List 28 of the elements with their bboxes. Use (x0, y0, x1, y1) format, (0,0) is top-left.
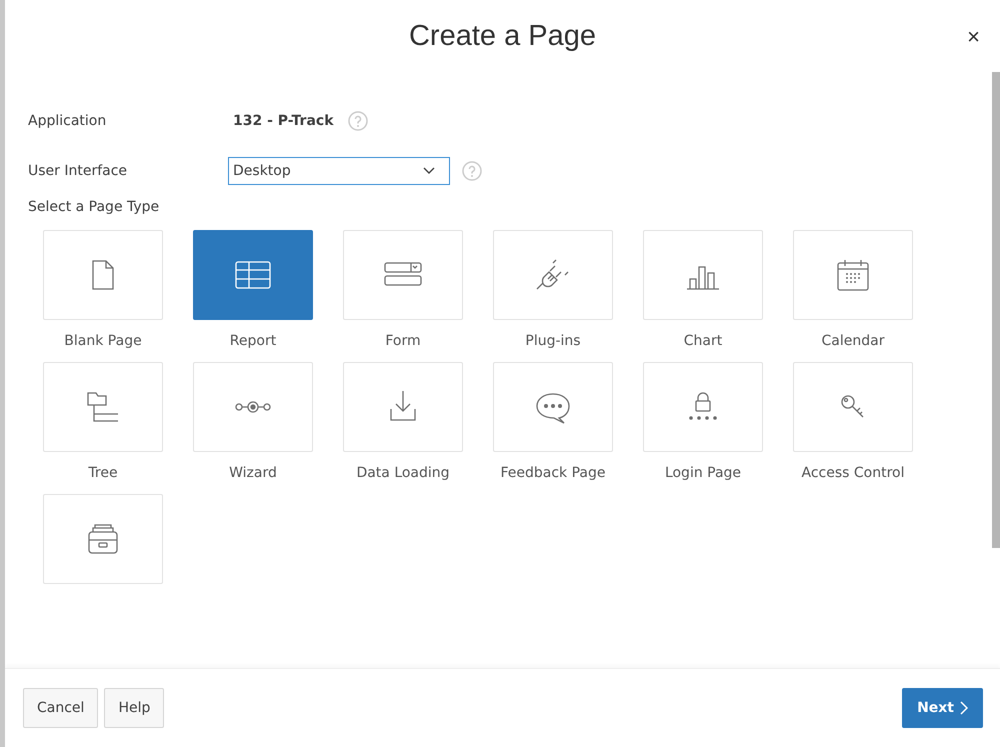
footer-button[interactable]: Help (104, 688, 164, 728)
chevron-right-icon (960, 701, 968, 715)
tile-label: Data Loading (355, 464, 451, 482)
tile-label: Feedback Page (499, 464, 606, 482)
tile-label: Access Control (800, 464, 906, 482)
help-icon[interactable] (348, 111, 368, 131)
close-button[interactable]: × (967, 24, 980, 50)
tile-label: Form (384, 332, 422, 350)
footer-button[interactable]: Cancel (23, 688, 98, 728)
scrollbar[interactable] (992, 72, 1000, 548)
tile-label: Blank Page (63, 332, 143, 350)
tile-label: Tree (87, 464, 119, 482)
section-heading: Select a Page Type (28, 199, 160, 215)
tile-label: Report (228, 332, 278, 350)
select-field[interactable]: Desktop (228, 157, 450, 185)
chevron-down-icon (423, 167, 435, 175)
tile-label: Calendar (820, 332, 886, 350)
field-value: 132 - P-Track (233, 113, 334, 129)
field-label: Application (28, 113, 108, 129)
field-label: User Interface (28, 163, 128, 179)
tile-label: Wizard (228, 464, 278, 482)
help-icon[interactable] (462, 161, 482, 181)
tile-label: Login Page (664, 464, 742, 482)
tile-label: Plug-ins (524, 332, 582, 350)
next-button[interactable]: Next (902, 688, 983, 728)
tile-label: Chart (682, 332, 724, 350)
dialog-title: Create a Page (408, 20, 596, 52)
page-type-tile[interactable] (193, 230, 313, 320)
